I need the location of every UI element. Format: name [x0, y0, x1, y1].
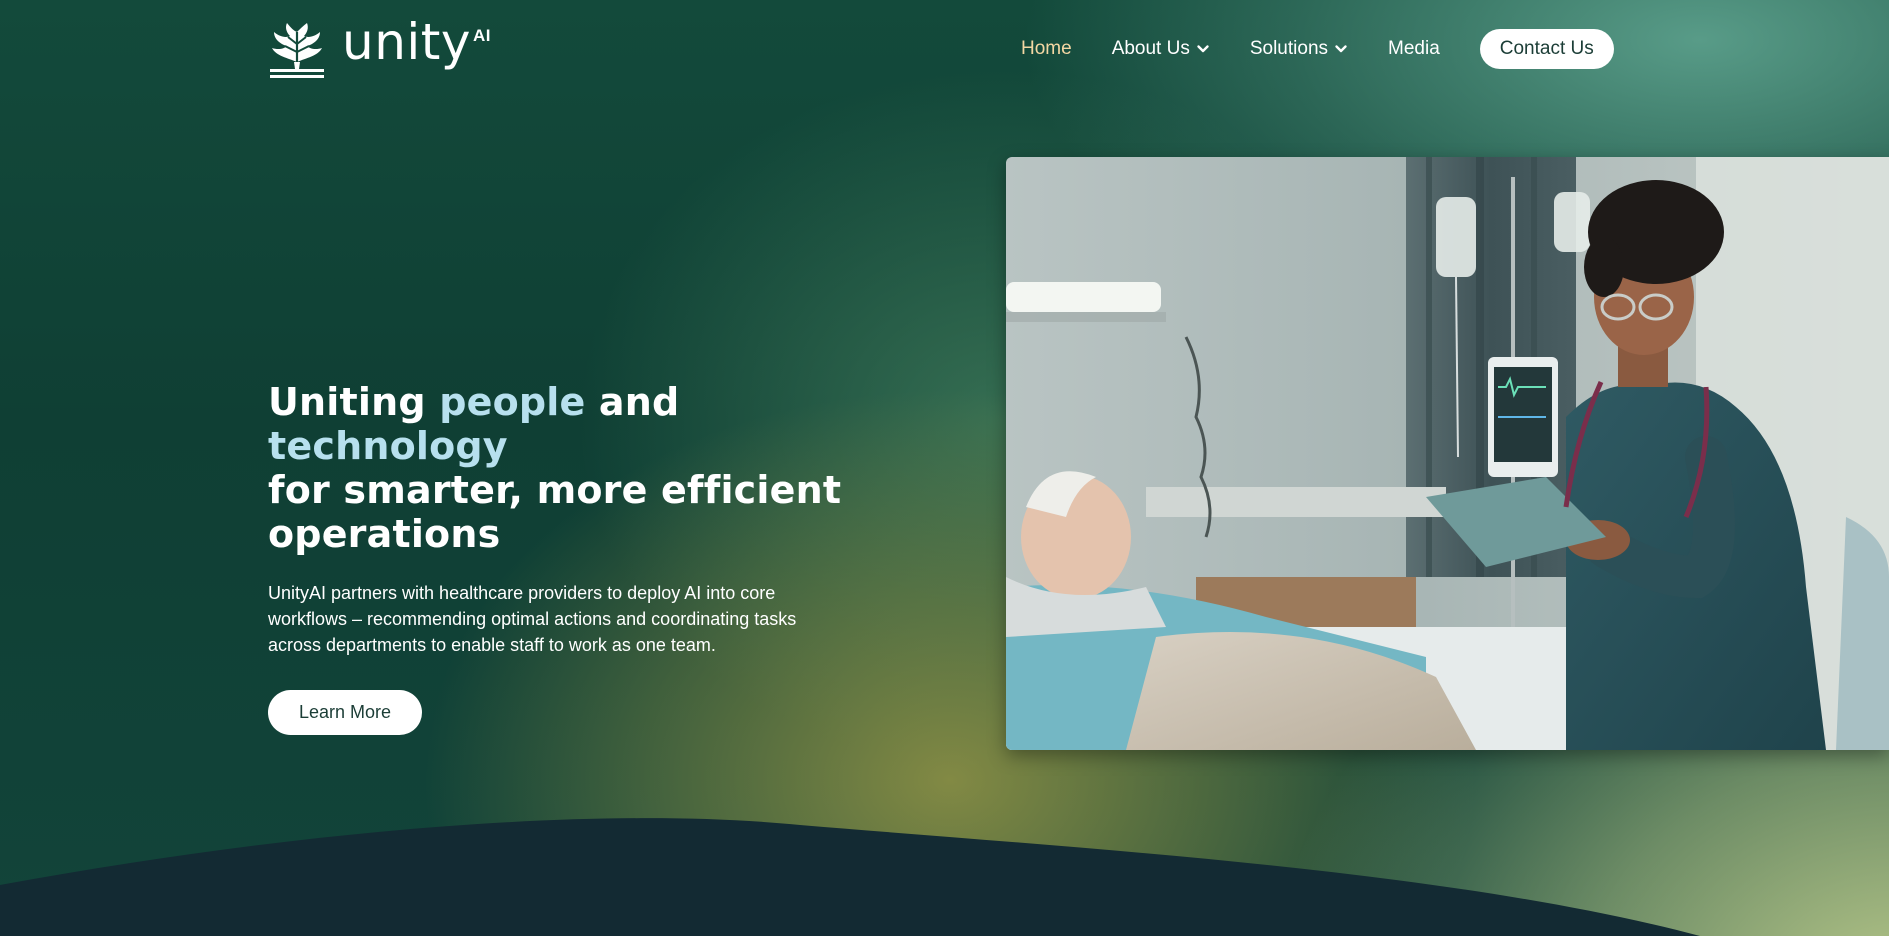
nav-item-solutions[interactable]: Solutions: [1250, 38, 1348, 60]
hero-photo-nurse-with-patient: [1006, 157, 1889, 750]
site-header: unity AI Home About Us Solutions Media Co…: [0, 0, 1889, 100]
hero-highlight-people: people: [439, 380, 586, 424]
brand-name: unity: [342, 13, 471, 71]
brand-superscript: AI: [472, 26, 491, 45]
hero-highlight-technology: technology: [268, 424, 508, 468]
nav-item-label: About Us: [1111, 38, 1190, 59]
learn-more-button[interactable]: Learn More: [268, 690, 422, 735]
hero-section: Uniting people and technology for smarte…: [268, 380, 868, 735]
hero-description: UnityAI partners with healthcare provide…: [268, 583, 797, 655]
chevron-down-icon: [1197, 45, 1209, 53]
nav-item-label: Home: [1021, 38, 1072, 59]
hero-title: Uniting people and technology for smarte…: [268, 380, 842, 556]
bottom-wave-divider: [0, 818, 1700, 936]
nav-item-home[interactable]: Home: [1021, 38, 1072, 60]
tree-logo-icon: [270, 23, 324, 78]
contact-us-button[interactable]: Contact Us: [1479, 29, 1614, 69]
hospital-scene-illustration: [1006, 157, 1889, 750]
nav-item-media[interactable]: Media: [1388, 38, 1440, 60]
chevron-down-icon: [1335, 45, 1347, 53]
nav-item-about-us[interactable]: About Us: [1112, 38, 1210, 60]
main-nav: Home About Us Solutions Media Contact Us: [1021, 29, 1614, 69]
nav-item-label: Solutions: [1249, 38, 1329, 59]
nav-item-label: Media: [1388, 38, 1440, 59]
brand-logo[interactable]: unity AI: [268, 17, 491, 78]
